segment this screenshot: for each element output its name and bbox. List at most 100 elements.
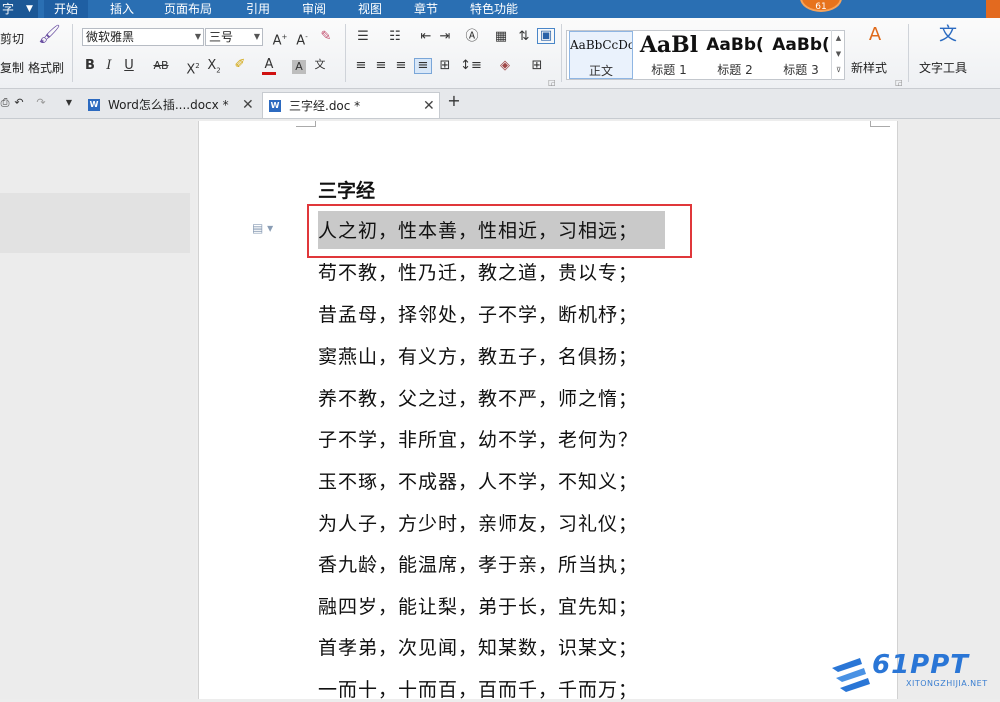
numbered-list-icon[interactable]: ☷ <box>385 30 405 44</box>
tab-references[interactable]: 引用 <box>236 0 280 18</box>
open-icon[interactable]: ⎙ <box>0 96 10 110</box>
app-menu-label: 字 <box>2 2 15 16</box>
align-right-icon[interactable]: ≡ <box>393 59 409 73</box>
copy-button[interactable]: 复制 <box>0 59 24 76</box>
close-icon[interactable]: ✕ <box>423 93 435 119</box>
distributed-icon[interactable]: ⊞ <box>436 59 454 73</box>
borders-icon[interactable]: ⊞ <box>528 59 546 73</box>
font-size-select[interactable]: 三号 ▼ <box>205 28 263 46</box>
menu-bar: 字 ▼ 开始 插入 页面布局 引用 审阅 视图 章节 特色功能 61 <box>0 0 1000 18</box>
document-line[interactable]: 融四岁，能让梨，弟于长，宜先知； <box>318 592 638 619</box>
tab-sanzijing-doc[interactable]: W 三字经.doc * ✕ <box>262 92 440 118</box>
text-direction-icon[interactable]: Ⓐ <box>462 30 482 44</box>
phonetic-guide-icon[interactable]: 文 <box>312 58 328 72</box>
bullet-list-icon[interactable]: ☰ <box>353 30 373 44</box>
group-divider <box>72 24 73 82</box>
style-heading-3[interactable]: AaBb( 标题 3 <box>769 31 833 79</box>
badge-icon[interactable]: 61 <box>800 0 842 12</box>
char-shading-icon[interactable]: A <box>292 60 306 74</box>
style-label: 正文 <box>588 64 613 78</box>
document-line[interactable]: 玉不琢，不成器，人不学，不知义； <box>318 467 638 494</box>
tab-word-doc[interactable]: W Word怎么插....docx * ✕ <box>82 92 258 118</box>
redo-icon[interactable]: ↷ <box>34 96 48 110</box>
document-line[interactable]: 养不教，父之过，教不严，师之惰； <box>318 384 638 411</box>
shading-icon[interactable]: ◈ <box>496 59 514 73</box>
style-normal[interactable]: AaBbCcDc 正文 <box>569 31 633 79</box>
document-line[interactable]: 首孝弟，次见闻，知某数，识某文； <box>318 633 638 660</box>
align-center-icon[interactable]: ≡ <box>373 59 389 73</box>
justify-icon[interactable]: ≡ <box>414 58 432 74</box>
word-doc-icon: W <box>88 99 100 111</box>
tab-section[interactable]: 章节 <box>404 0 448 18</box>
undo-icon[interactable]: ↶ <box>12 96 26 110</box>
format-painter-icon[interactable]: 🖌 <box>38 26 61 48</box>
document-title[interactable]: 三字经 <box>318 176 375 203</box>
dialog-launcher-icon[interactable]: ◲ <box>895 78 903 87</box>
window-control[interactable] <box>986 0 1000 18</box>
increase-indent-icon[interactable]: ⇥ <box>437 30 453 44</box>
style-label: 标题 3 <box>783 63 819 77</box>
document-line[interactable]: 窦燕山，有义方，教五子，名俱扬； <box>318 342 638 369</box>
dialog-launcher-icon[interactable]: ◲ <box>548 78 556 87</box>
tab-title: Word怎么插....docx * <box>108 98 229 112</box>
document-line[interactable]: 人之初，性本善，性相近，习相远； <box>318 216 638 243</box>
new-tab-icon[interactable]: + <box>446 93 462 109</box>
tab-special-features[interactable]: 特色功能 <box>462 0 526 18</box>
decrease-indent-icon[interactable]: ⇤ <box>418 30 434 44</box>
font-name-value: 微软雅黑 <box>86 30 135 44</box>
close-icon[interactable]: ✕ <box>242 92 254 118</box>
document-line[interactable]: 昔孟母，择邻处，子不学，断机杼； <box>318 300 638 327</box>
tab-review[interactable]: 审阅 <box>292 0 336 18</box>
quick-access-dropdown-icon[interactable]: ▼ <box>62 96 76 110</box>
italic-icon[interactable]: I <box>103 59 115 73</box>
word-doc-icon: W <box>269 100 281 112</box>
grow-font-icon[interactable]: A+ <box>272 30 288 48</box>
tab-view[interactable]: 视图 <box>348 0 392 18</box>
font-color-icon[interactable]: A <box>262 58 276 75</box>
new-style-button[interactable]: 新样式 <box>851 59 887 76</box>
shading-band <box>0 193 190 253</box>
align-left-icon[interactable]: ≡ <box>353 59 369 73</box>
style-sample: AaBbCcDc <box>570 38 632 52</box>
document-line[interactable]: 为人子，方少时，亲师友，习礼仪； <box>318 509 638 536</box>
styles-scroll[interactable]: ▲ ▼ ⊽ <box>831 30 845 80</box>
shrink-font-icon[interactable]: A- <box>294 30 310 48</box>
badge-count: 61 <box>815 2 827 12</box>
table-icon[interactable]: ▦ <box>493 30 509 44</box>
bold-icon[interactable]: B <box>84 59 96 73</box>
group-divider <box>908 24 909 82</box>
format-painter-button[interactable]: 格式刷 <box>28 59 64 76</box>
app-menu-button[interactable]: 字 ▼ <box>0 0 38 18</box>
subscript-icon[interactable]: X2 <box>206 59 222 78</box>
highlight-color-icon[interactable]: ✐ <box>231 58 249 72</box>
document-line[interactable]: 子不学，非所宜，幼不学，老何为？ <box>318 425 638 452</box>
superscript-icon[interactable]: X2 <box>185 59 201 77</box>
group-divider <box>345 24 346 82</box>
clear-format-icon[interactable]: ✎ <box>318 30 334 44</box>
tab-page-layout[interactable]: 页面布局 <box>156 0 220 18</box>
ribbon-toolbar: 剪切 复制 🖌 格式刷 微软雅黑 ▼ 三号 ▼ A+ A- ✎ B I U AB X… <box>0 18 1000 89</box>
sort-icon[interactable]: ⇅ <box>516 30 532 44</box>
paragraph-handle-icon[interactable]: ▤ ▾ <box>252 221 273 235</box>
line-spacing-icon[interactable]: ↕≡ <box>460 59 482 73</box>
font-name-select[interactable]: 微软雅黑 ▼ <box>82 28 204 46</box>
tab-insert[interactable]: 插入 <box>100 0 144 18</box>
strikethrough-icon[interactable]: AB <box>150 59 172 73</box>
document-line[interactable]: 苟不教，性乃迁，教之道，贵以专； <box>318 258 638 285</box>
underline-icon[interactable]: U <box>122 59 136 73</box>
text-tools-icon[interactable]: 文 <box>936 26 960 52</box>
show-marks-icon[interactable]: ▣ <box>537 28 555 44</box>
new-style-icon[interactable]: A <box>863 26 887 52</box>
document-line[interactable]: 一而十，十而百，百而千，千而万； <box>318 675 638 702</box>
document-tab-bar: ⎙ ↶ ↷ ▼ W Word怎么插....docx * ✕ W 三字经.doc … <box>0 89 1000 119</box>
margin-corner-mark <box>296 121 316 127</box>
style-heading-1[interactable]: AaBl 标题 1 <box>637 31 701 79</box>
document-line[interactable]: 香九龄，能温席，孝于亲，所当执； <box>318 550 638 577</box>
style-label: 标题 1 <box>651 63 687 77</box>
style-heading-2[interactable]: AaBb( 标题 2 <box>703 31 767 79</box>
watermark-subtext: XITONGZHIJIA.NET <box>906 679 988 688</box>
tab-home[interactable]: 开始 <box>44 0 88 18</box>
margin-corner-mark <box>870 121 890 127</box>
cut-button[interactable]: 剪切 <box>0 30 24 47</box>
text-tools-button[interactable]: 文字工具 <box>919 59 967 76</box>
